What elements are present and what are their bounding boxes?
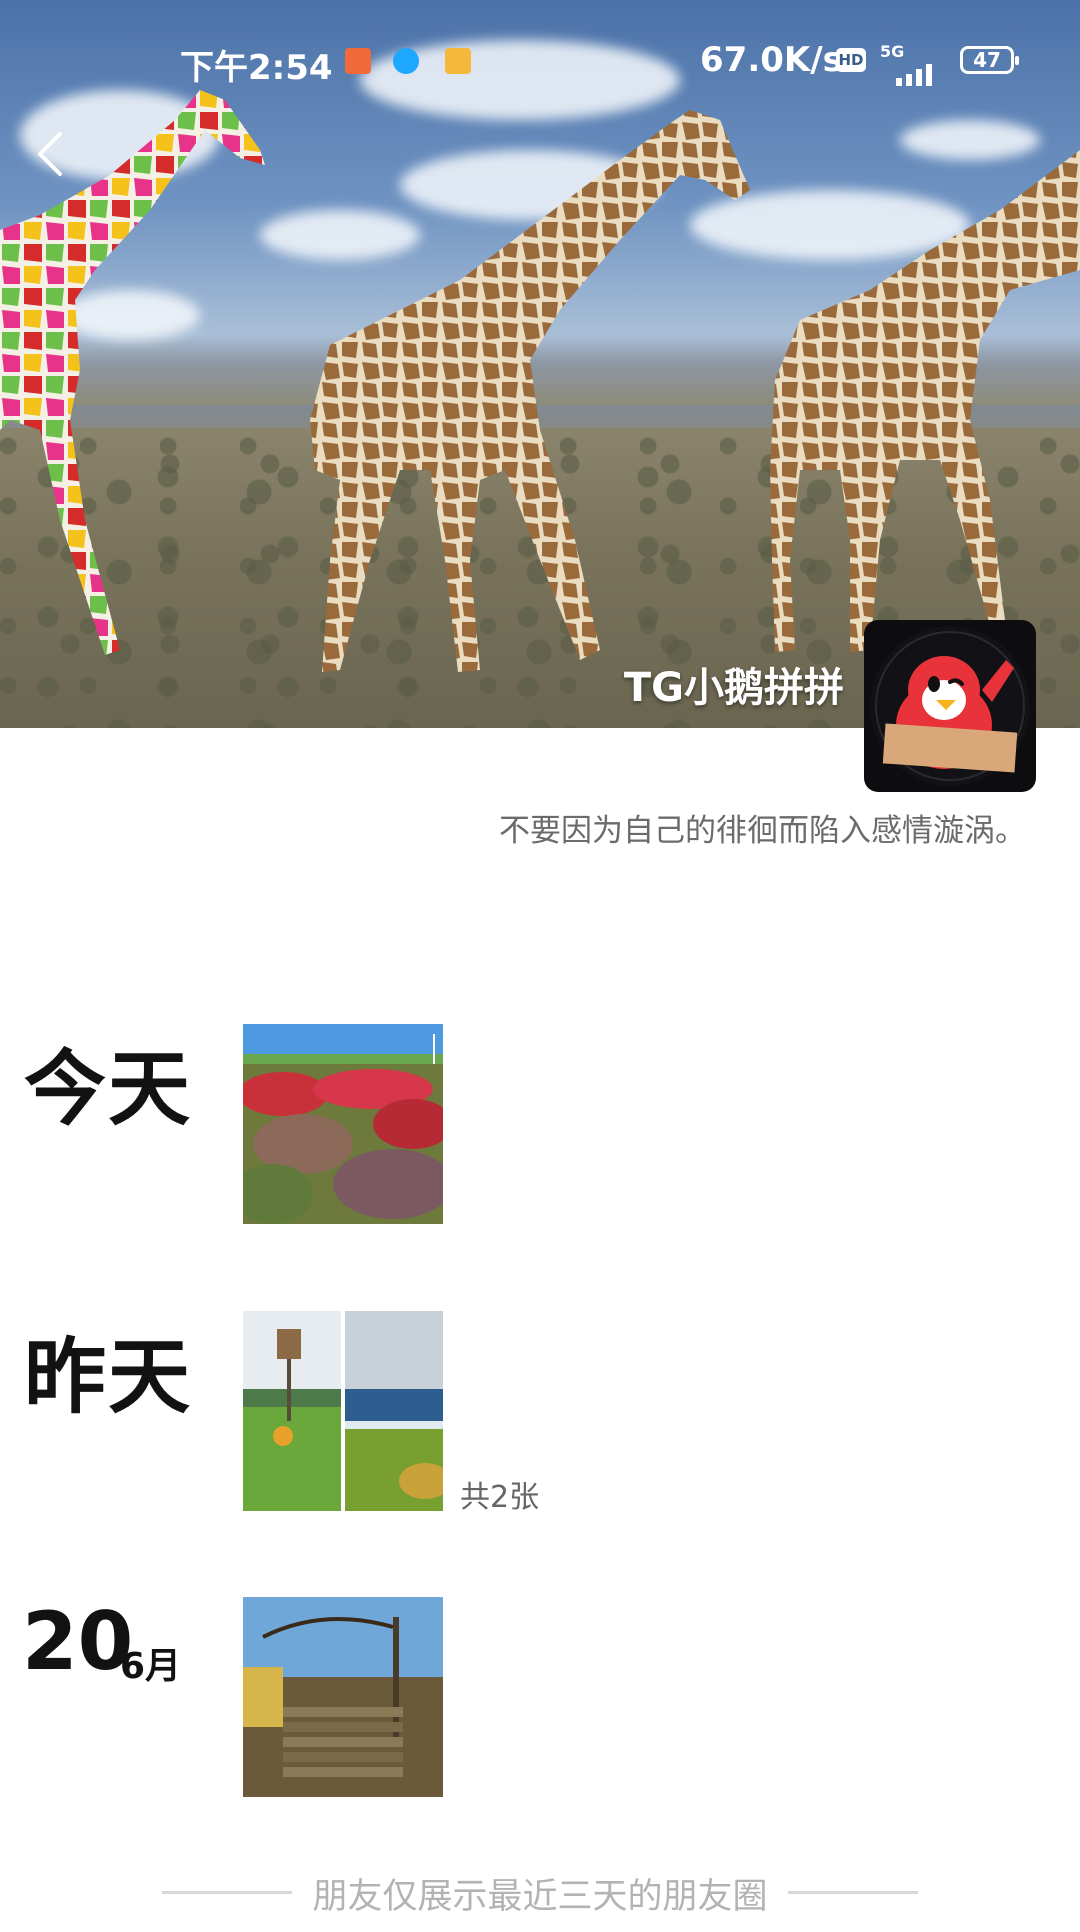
flower-field-photo <box>243 1024 443 1224</box>
park-sign-photo <box>243 1311 341 1511</box>
back-arrow-icon <box>38 132 62 176</box>
status-time: 下午2:54 <box>180 48 333 88</box>
timeline-day-yesterday: 昨天 <box>24 1330 193 1425</box>
cover-image[interactable] <box>0 0 1080 728</box>
avatar[interactable] <box>864 620 1036 792</box>
timeline-thumbnail[interactable] <box>345 1311 443 1511</box>
notification-app-icon <box>345 48 371 74</box>
status-bar: 下午2:54 67.0K/s HD 5G 47 <box>0 36 1080 88</box>
timeline-thumbnail[interactable] <box>243 1024 443 1224</box>
notification-message-icon <box>445 48 471 74</box>
seaside-photo <box>345 1311 443 1511</box>
hd-icon: HD <box>836 48 866 72</box>
profile-nickname: TG小鹅拼拼 <box>623 665 844 711</box>
timeline-date-month: 6月 <box>120 1646 182 1687</box>
photo-count: 共2张 <box>460 1480 540 1515</box>
profile-signature: 不要因为自己的徘徊而陷入感情漩涡。 <box>499 813 1026 849</box>
network-speed: 67.0K/s <box>700 40 843 80</box>
penguin-avatar-icon <box>870 626 1030 786</box>
timeline-day-today: 今天 <box>24 1042 193 1137</box>
timeline-thumbnail[interactable] <box>243 1597 443 1797</box>
notification-app-icon <box>393 48 419 74</box>
back-button[interactable] <box>28 124 78 184</box>
timeline-thumbnail[interactable] <box>243 1311 341 1511</box>
signal-strength-icon <box>896 64 932 86</box>
timeline-thumbnail-group[interactable] <box>243 1311 443 1511</box>
stone-stairs-photo <box>243 1597 443 1797</box>
timeline-date-day: 20 <box>22 1595 134 1688</box>
battery-icon: 47 <box>960 46 1019 74</box>
footer-notice: 朋友仅展示最近三天的朋友圈 <box>312 1877 768 1917</box>
network-type-label: 5G <box>880 42 905 61</box>
